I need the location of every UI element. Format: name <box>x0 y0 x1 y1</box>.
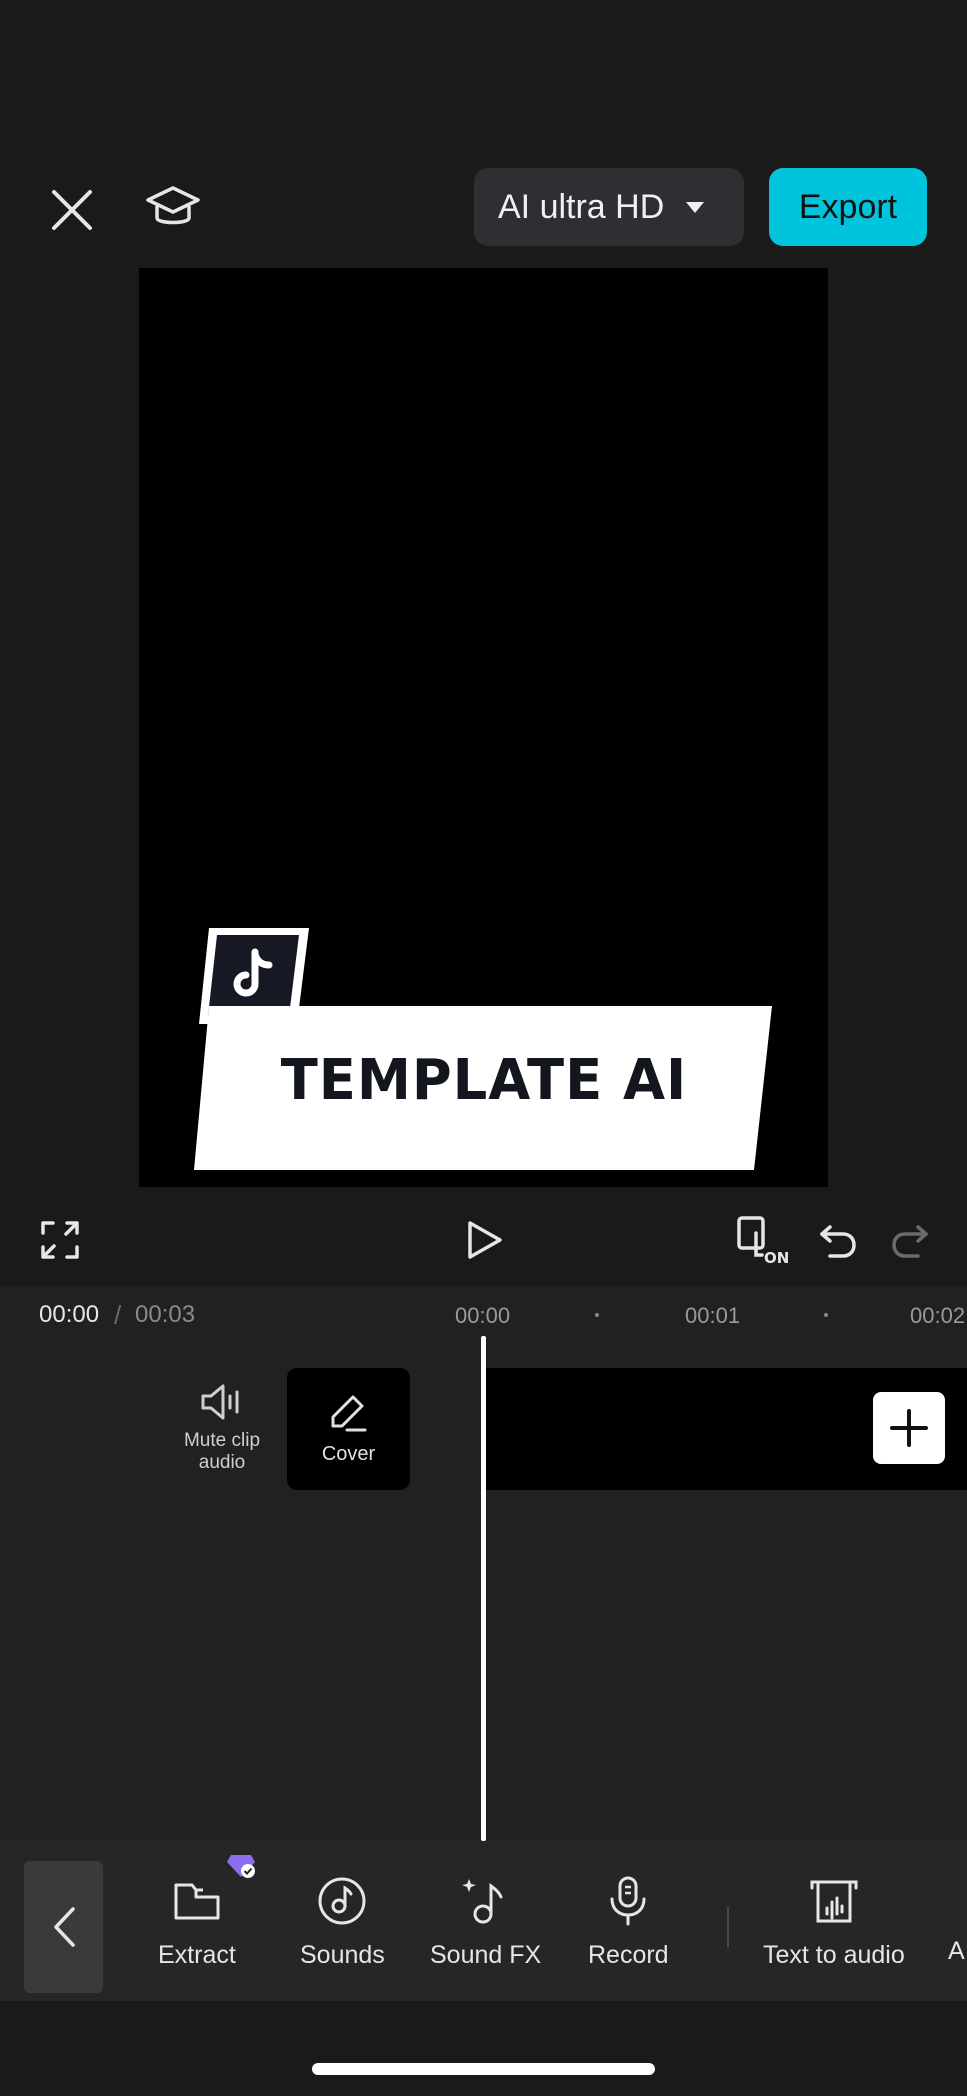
ruler-tick-label: 00:02 <box>910 1303 966 1328</box>
tool-text-to-audio[interactable]: Text to audio <box>763 1871 905 1970</box>
tool-label: Record <box>588 1941 669 1969</box>
ruler-dot <box>824 1313 828 1317</box>
tool-label: Extract <box>158 1941 236 1969</box>
graduation-cap-icon <box>146 186 200 225</box>
premium-diamond-icon <box>227 1855 255 1878</box>
playback-controls: ON <box>0 1200 967 1280</box>
tool-sound-fx[interactable]: Sound FX <box>430 1871 541 1970</box>
cover-label: Cover <box>321 1442 376 1465</box>
undo-icon <box>820 1225 856 1258</box>
timeline-panel[interactable]: 00:00 / 00:03 00:00 00:01 00:02 Mute cli… <box>0 1286 967 1841</box>
quality-label: AI ultra HD <box>498 187 665 226</box>
quality-dropdown[interactable]: AI ultra HD <box>474 168 744 246</box>
redo-button[interactable] <box>888 1214 932 1264</box>
fullscreen-icon <box>41 1221 79 1259</box>
toolbar-back-button[interactable] <box>24 1861 103 1993</box>
tool-label-cut-off: A <box>948 1937 965 1965</box>
play-icon <box>468 1221 502 1259</box>
mute-clip-audio-button[interactable]: Mute clip audio <box>166 1382 278 1492</box>
folder-extract-icon <box>167 1871 227 1931</box>
tool-label: Text to audio <box>763 1941 905 1969</box>
time-separator: / <box>114 1300 122 1330</box>
pencil-icon <box>331 1395 366 1431</box>
ruler-dot <box>595 1313 599 1317</box>
ruler-tick-label: 00:01 <box>685 1303 741 1328</box>
play-button[interactable] <box>456 1212 512 1268</box>
tool-sounds[interactable]: Sounds <box>300 1871 385 1970</box>
redo-icon <box>892 1225 928 1258</box>
current-time: 00:00 <box>39 1301 100 1328</box>
total-time: 00:03 <box>135 1301 196 1328</box>
toolbar-divider <box>727 1907 729 1947</box>
playhead[interactable] <box>481 1336 486 1841</box>
svg-text:ON: ON <box>764 1249 789 1265</box>
sound-fx-icon <box>456 1871 516 1931</box>
editor-screen: AI ultra HD Export TEMPLATE AI ON 00:00 … <box>0 0 967 2096</box>
export-button[interactable]: Export <box>769 168 927 246</box>
undo-button[interactable] <box>816 1214 860 1264</box>
sync-on-icon: ON <box>737 1216 789 1265</box>
ruler-tick-label: 00:00 <box>455 1303 511 1328</box>
tool-label: Sounds <box>300 1941 385 1969</box>
music-disc-icon <box>312 1871 372 1931</box>
fullscreen-button[interactable] <box>34 1214 86 1266</box>
microphone-icon <box>598 1871 658 1931</box>
close-icon <box>52 190 92 230</box>
keyframe-sync-button[interactable]: ON <box>734 1210 794 1270</box>
add-clip-button[interactable] <box>873 1392 945 1464</box>
speaker-icon <box>201 1384 239 1420</box>
audio-toolbar: Extract Sounds Sound FX Record Text to a… <box>0 1841 967 2001</box>
home-indicator[interactable] <box>312 2063 655 2075</box>
tutorial-button[interactable] <box>140 180 206 240</box>
chevron-left-icon <box>53 1907 75 1947</box>
text-to-audio-icon <box>804 1871 864 1931</box>
tool-extract[interactable]: Extract <box>158 1871 236 1970</box>
chevron-down-icon <box>686 201 705 213</box>
template-title: TEMPLATE AI <box>280 1048 688 1113</box>
cover-button[interactable]: Cover <box>287 1368 410 1490</box>
mute-clip-audio-label: Mute clip audio <box>183 1430 261 1473</box>
top-bar: AI ultra HD Export <box>0 160 967 252</box>
tool-record[interactable]: Record <box>588 1871 669 1970</box>
close-button[interactable] <box>44 182 100 238</box>
plus-icon <box>890 1409 928 1447</box>
video-preview[interactable]: TEMPLATE AI <box>139 268 828 1187</box>
tool-label: Sound FX <box>430 1941 542 1969</box>
